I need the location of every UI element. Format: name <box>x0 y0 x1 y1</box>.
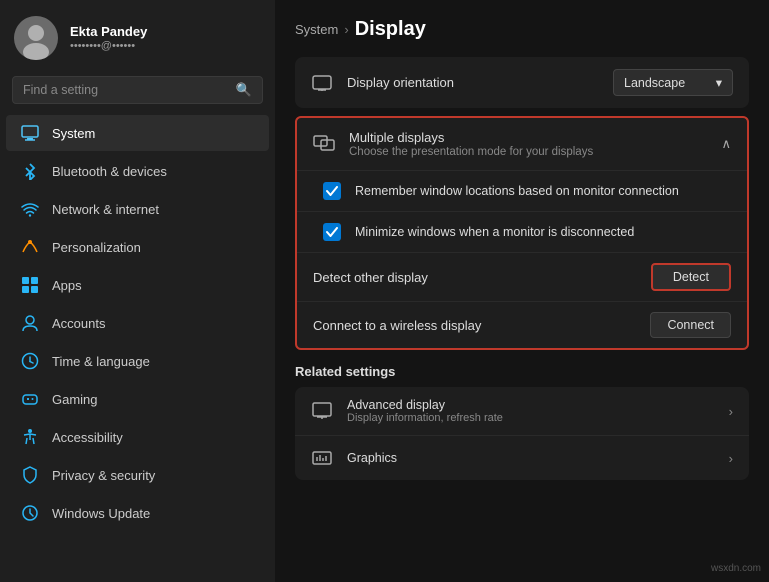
bluetooth-icon <box>20 161 40 181</box>
apps-icon <box>20 275 40 295</box>
related-settings-card: Advanced display Display information, re… <box>295 387 749 480</box>
graphics-text: Graphics <box>347 451 715 465</box>
main-content: System › Display Display orientation Lan… <box>275 0 769 582</box>
time-icon <box>20 351 40 371</box>
sidebar-item-personalization[interactable]: Personalization <box>6 229 269 265</box>
gaming-icon <box>20 389 40 409</box>
sidebar-item-time[interactable]: Time & language <box>6 343 269 379</box>
sidebar: Ekta Pandey ••••••••@•••••• 🔍 System Blu… <box>0 0 275 582</box>
chevron-right-icon: › <box>729 404 733 419</box>
chevron-down-icon: ▾ <box>716 75 722 90</box>
sidebar-item-network-label: Network & internet <box>52 202 159 217</box>
sidebar-item-time-label: Time & language <box>52 354 150 369</box>
multiple-displays-text: Multiple displays Choose the presentatio… <box>349 130 707 158</box>
nav-list: System Bluetooth & devices Network & int… <box>0 114 275 582</box>
connect-row: Connect to a wireless display Connect <box>297 301 747 348</box>
sidebar-item-network[interactable]: Network & internet <box>6 191 269 227</box>
advanced-display-title: Advanced display <box>347 398 715 412</box>
sidebar-item-bluetooth-label: Bluetooth & devices <box>52 164 167 179</box>
orientation-control: Landscape ▾ <box>613 69 733 96</box>
checkbox-minimize[interactable] <box>323 223 341 241</box>
search-box[interactable]: 🔍 <box>12 76 263 104</box>
sidebar-item-personalization-label: Personalization <box>52 240 141 255</box>
sidebar-item-accounts[interactable]: Accounts <box>6 305 269 341</box>
related-row-advanced-display[interactable]: Advanced display Display information, re… <box>295 387 749 436</box>
checkbox-row-2: Minimize windows when a monitor is disco… <box>297 211 747 252</box>
graphics-icon <box>311 447 333 469</box>
accounts-icon <box>20 313 40 333</box>
profile-section: Ekta Pandey ••••••••@•••••• <box>0 0 275 72</box>
multiple-displays-card: Multiple displays Choose the presentatio… <box>295 116 749 350</box>
personalization-icon <box>20 237 40 257</box>
sidebar-item-system[interactable]: System <box>6 115 269 151</box>
display-orientation-card: Display orientation Landscape ▾ <box>295 57 749 108</box>
sidebar-item-bluetooth[interactable]: Bluetooth & devices <box>6 153 269 189</box>
profile-name: Ekta Pandey <box>70 24 147 39</box>
privacy-icon <box>20 465 40 485</box>
orientation-icon <box>311 72 333 94</box>
detect-label: Detect other display <box>313 270 637 285</box>
chevron-up-icon: ∧ <box>721 136 731 152</box>
sidebar-item-apps[interactable]: Apps <box>6 267 269 303</box>
sidebar-item-windows-update-label: Windows Update <box>52 506 150 521</box>
checkbox-remember[interactable] <box>323 182 341 200</box>
checkbox-row-1: Remember window locations based on monit… <box>297 170 747 211</box>
connect-label: Connect to a wireless display <box>313 318 636 333</box>
avatar <box>14 16 58 60</box>
sidebar-item-privacy-label: Privacy & security <box>52 468 155 483</box>
breadcrumb: System › Display <box>295 18 749 41</box>
sidebar-item-privacy[interactable]: Privacy & security <box>6 457 269 493</box>
multiple-displays-sub: Choose the presentation mode for your di… <box>349 146 707 158</box>
sidebar-item-gaming[interactable]: Gaming <box>6 381 269 417</box>
network-icon <box>20 199 40 219</box>
sidebar-item-accounts-label: Accounts <box>52 316 105 331</box>
orientation-value: Landscape <box>624 76 685 90</box>
checkbox-label-2: Minimize windows when a monitor is disco… <box>355 225 731 239</box>
multiple-displays-label: Multiple displays <box>349 130 707 145</box>
profile-info: Ekta Pandey ••••••••@•••••• <box>70 24 147 52</box>
system-icon <box>20 123 40 143</box>
breadcrumb-system[interactable]: System <box>295 22 338 37</box>
advanced-display-sub: Display information, refresh rate <box>347 412 715 424</box>
sidebar-item-windows-update[interactable]: Windows Update <box>6 495 269 531</box>
windows-update-icon <box>20 503 40 523</box>
detect-row: Detect other display Detect <box>297 252 747 301</box>
detect-button[interactable]: Detect <box>651 263 731 291</box>
search-icon: 🔍 <box>236 82 252 98</box>
profile-email: ••••••••@•••••• <box>70 40 147 52</box>
watermark: wsxdn.com <box>711 563 761 574</box>
connect-button[interactable]: Connect <box>650 312 731 338</box>
graphics-title: Graphics <box>347 451 715 465</box>
orientation-dropdown[interactable]: Landscape ▾ <box>613 69 733 96</box>
sidebar-item-accessibility[interactable]: Accessibility <box>6 419 269 455</box>
multiple-displays-header[interactable]: Multiple displays Choose the presentatio… <box>297 118 747 170</box>
search-input[interactable] <box>23 83 228 97</box>
sidebar-item-apps-label: Apps <box>52 278 82 293</box>
orientation-row: Display orientation Landscape ▾ <box>295 57 749 108</box>
checkbox-label-1: Remember window locations based on monit… <box>355 184 731 198</box>
sidebar-item-gaming-label: Gaming <box>52 392 98 407</box>
orientation-label: Display orientation <box>347 75 599 90</box>
sidebar-item-system-label: System <box>52 126 95 141</box>
chevron-right-icon-2: › <box>729 451 733 466</box>
related-row-graphics[interactable]: Graphics › <box>295 436 749 480</box>
sidebar-item-accessibility-label: Accessibility <box>52 430 123 445</box>
advanced-display-text: Advanced display Display information, re… <box>347 398 715 424</box>
accessibility-icon <box>20 427 40 447</box>
advanced-display-icon <box>311 400 333 422</box>
multiple-displays-icon <box>313 133 335 155</box>
page-title: Display <box>355 18 426 41</box>
breadcrumb-arrow: › <box>344 22 348 37</box>
related-settings-title: Related settings <box>295 364 749 379</box>
